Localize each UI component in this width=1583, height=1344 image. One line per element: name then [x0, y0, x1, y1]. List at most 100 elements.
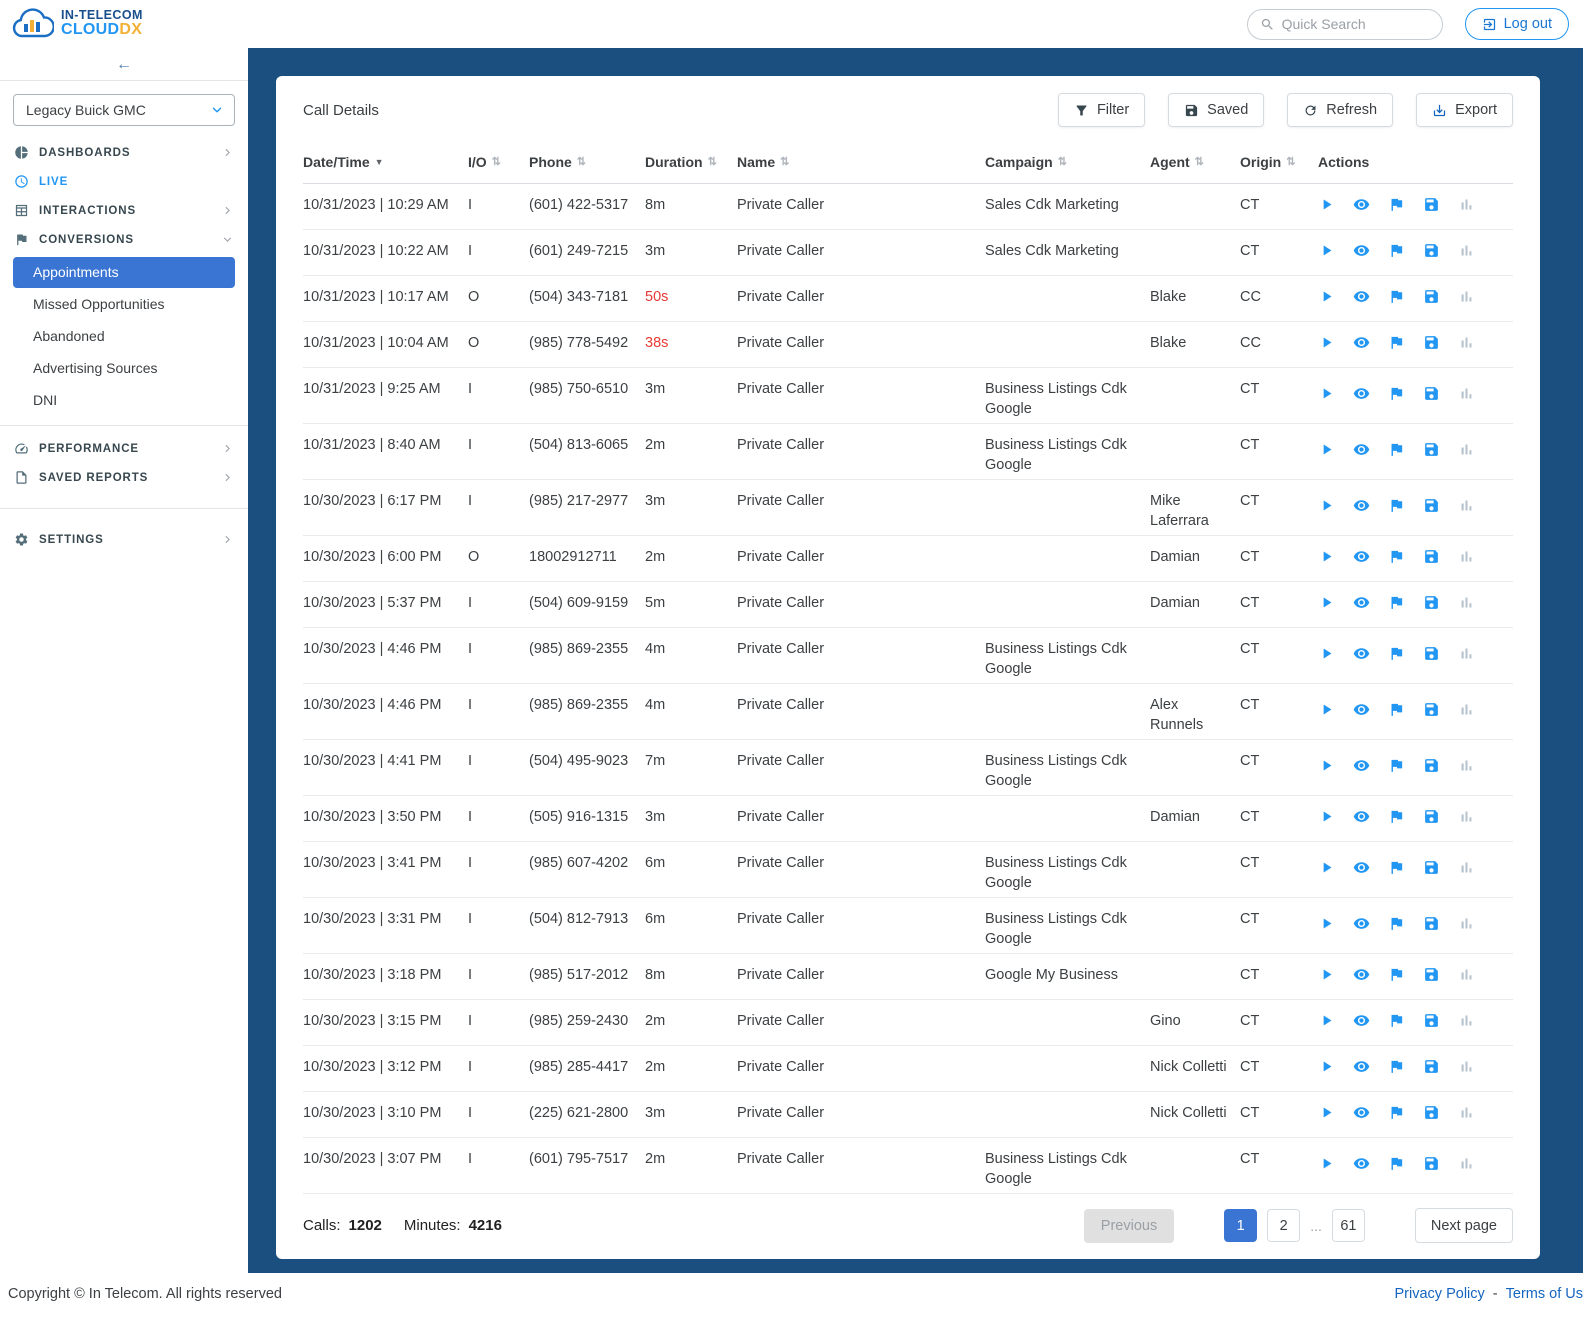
eye-icon[interactable] — [1353, 196, 1370, 213]
play-icon[interactable] — [1318, 915, 1335, 932]
flag-icon[interactable] — [1388, 808, 1405, 825]
chart-icon[interactable] — [1458, 808, 1475, 825]
play-icon[interactable] — [1318, 966, 1335, 983]
flag-icon[interactable] — [1388, 645, 1405, 662]
play-icon[interactable] — [1318, 441, 1335, 458]
eye-icon[interactable] — [1353, 915, 1370, 932]
save-icon[interactable] — [1423, 288, 1440, 305]
eye-icon[interactable] — [1353, 1058, 1370, 1075]
eye-icon[interactable] — [1353, 701, 1370, 718]
column-header-phone[interactable]: Phone ⇅ — [529, 154, 645, 170]
account-selector[interactable]: Legacy Buick GMC — [13, 94, 235, 126]
save-icon[interactable] — [1423, 757, 1440, 774]
chart-icon[interactable] — [1458, 441, 1475, 458]
previous-page-button[interactable]: Previous — [1083, 1208, 1175, 1243]
eye-icon[interactable] — [1353, 1012, 1370, 1029]
chart-icon[interactable] — [1458, 1104, 1475, 1121]
save-icon[interactable] — [1423, 701, 1440, 718]
play-icon[interactable] — [1318, 645, 1335, 662]
eye-icon[interactable] — [1353, 385, 1370, 402]
save-icon[interactable] — [1423, 441, 1440, 458]
eye-icon[interactable] — [1353, 594, 1370, 611]
column-header-name[interactable]: Name ⇅ — [737, 154, 985, 170]
page-button-1[interactable]: 1 — [1224, 1209, 1258, 1242]
flag-icon[interactable] — [1388, 1155, 1405, 1172]
save-icon[interactable] — [1423, 385, 1440, 402]
flag-icon[interactable] — [1388, 196, 1405, 213]
chart-icon[interactable] — [1458, 1058, 1475, 1075]
eye-icon[interactable] — [1353, 966, 1370, 983]
save-icon[interactable] — [1423, 859, 1440, 876]
privacy-policy-link[interactable]: Privacy Policy — [1395, 1286, 1485, 1302]
eye-icon[interactable] — [1353, 645, 1370, 662]
flag-icon[interactable] — [1388, 288, 1405, 305]
eye-icon[interactable] — [1353, 757, 1370, 774]
filter-button[interactable]: Filter — [1057, 93, 1146, 127]
eye-icon[interactable] — [1353, 441, 1370, 458]
flag-icon[interactable] — [1388, 242, 1405, 259]
chart-icon[interactable] — [1458, 196, 1475, 213]
export-button[interactable]: Export — [1416, 93, 1513, 127]
flag-icon[interactable] — [1388, 385, 1405, 402]
play-icon[interactable] — [1318, 196, 1335, 213]
saved-button[interactable]: Saved — [1168, 93, 1265, 127]
flag-icon[interactable] — [1388, 1104, 1405, 1121]
save-icon[interactable] — [1423, 594, 1440, 611]
flag-icon[interactable] — [1388, 966, 1405, 983]
search-input[interactable] — [1281, 16, 1430, 32]
save-icon[interactable] — [1423, 548, 1440, 565]
play-icon[interactable] — [1318, 385, 1335, 402]
eye-icon[interactable] — [1353, 497, 1370, 514]
chart-icon[interactable] — [1458, 966, 1475, 983]
save-icon[interactable] — [1423, 1012, 1440, 1029]
play-icon[interactable] — [1318, 594, 1335, 611]
next-page-button[interactable]: Next page — [1414, 1208, 1513, 1243]
flag-icon[interactable] — [1388, 1058, 1405, 1075]
flag-icon[interactable] — [1388, 915, 1405, 932]
sidebar-item-dni[interactable]: DNI — [13, 385, 235, 416]
play-icon[interactable] — [1318, 701, 1335, 718]
play-icon[interactable] — [1318, 288, 1335, 305]
refresh-button[interactable]: Refresh — [1287, 93, 1394, 127]
column-header-campaign[interactable]: Campaign ⇅ — [985, 154, 1150, 170]
sidebar-item-advertising-sources[interactable]: Advertising Sources — [13, 353, 235, 384]
column-header-io[interactable]: I/O ⇅ — [468, 154, 529, 170]
play-icon[interactable] — [1318, 757, 1335, 774]
chart-icon[interactable] — [1458, 701, 1475, 718]
save-icon[interactable] — [1423, 808, 1440, 825]
column-header-datetime[interactable]: Date/Time ▼ — [303, 154, 468, 170]
flag-icon[interactable] — [1388, 594, 1405, 611]
play-icon[interactable] — [1318, 1155, 1335, 1172]
sidebar-item-settings[interactable]: SETTINGS — [0, 525, 248, 554]
play-icon[interactable] — [1318, 1012, 1335, 1029]
page-button-61[interactable]: 61 — [1331, 1209, 1365, 1242]
flag-icon[interactable] — [1388, 859, 1405, 876]
save-icon[interactable] — [1423, 497, 1440, 514]
save-icon[interactable] — [1423, 196, 1440, 213]
flag-icon[interactable] — [1388, 548, 1405, 565]
eye-icon[interactable] — [1353, 288, 1370, 305]
eye-icon[interactable] — [1353, 1155, 1370, 1172]
play-icon[interactable] — [1318, 497, 1335, 514]
chart-icon[interactable] — [1458, 594, 1475, 611]
sidebar-item-appointments[interactable]: Appointments — [13, 257, 235, 288]
play-icon[interactable] — [1318, 859, 1335, 876]
eye-icon[interactable] — [1353, 808, 1370, 825]
flag-icon[interactable] — [1388, 1012, 1405, 1029]
play-icon[interactable] — [1318, 808, 1335, 825]
column-header-duration[interactable]: Duration ⇅ — [645, 154, 737, 170]
play-icon[interactable] — [1318, 1104, 1335, 1121]
chart-icon[interactable] — [1458, 645, 1475, 662]
flag-icon[interactable] — [1388, 701, 1405, 718]
eye-icon[interactable] — [1353, 1104, 1370, 1121]
chart-icon[interactable] — [1458, 334, 1475, 351]
app-logo[interactable]: IN-TELECOM CLOUDDX — [10, 7, 143, 41]
chart-icon[interactable] — [1458, 859, 1475, 876]
eye-icon[interactable] — [1353, 859, 1370, 876]
save-icon[interactable] — [1423, 915, 1440, 932]
chart-icon[interactable] — [1458, 1012, 1475, 1029]
sidebar-item-conversions[interactable]: CONVERSIONS — [0, 225, 248, 254]
chart-icon[interactable] — [1458, 497, 1475, 514]
chart-icon[interactable] — [1458, 242, 1475, 259]
sidebar-item-performance[interactable]: PERFORMANCE — [0, 434, 248, 463]
